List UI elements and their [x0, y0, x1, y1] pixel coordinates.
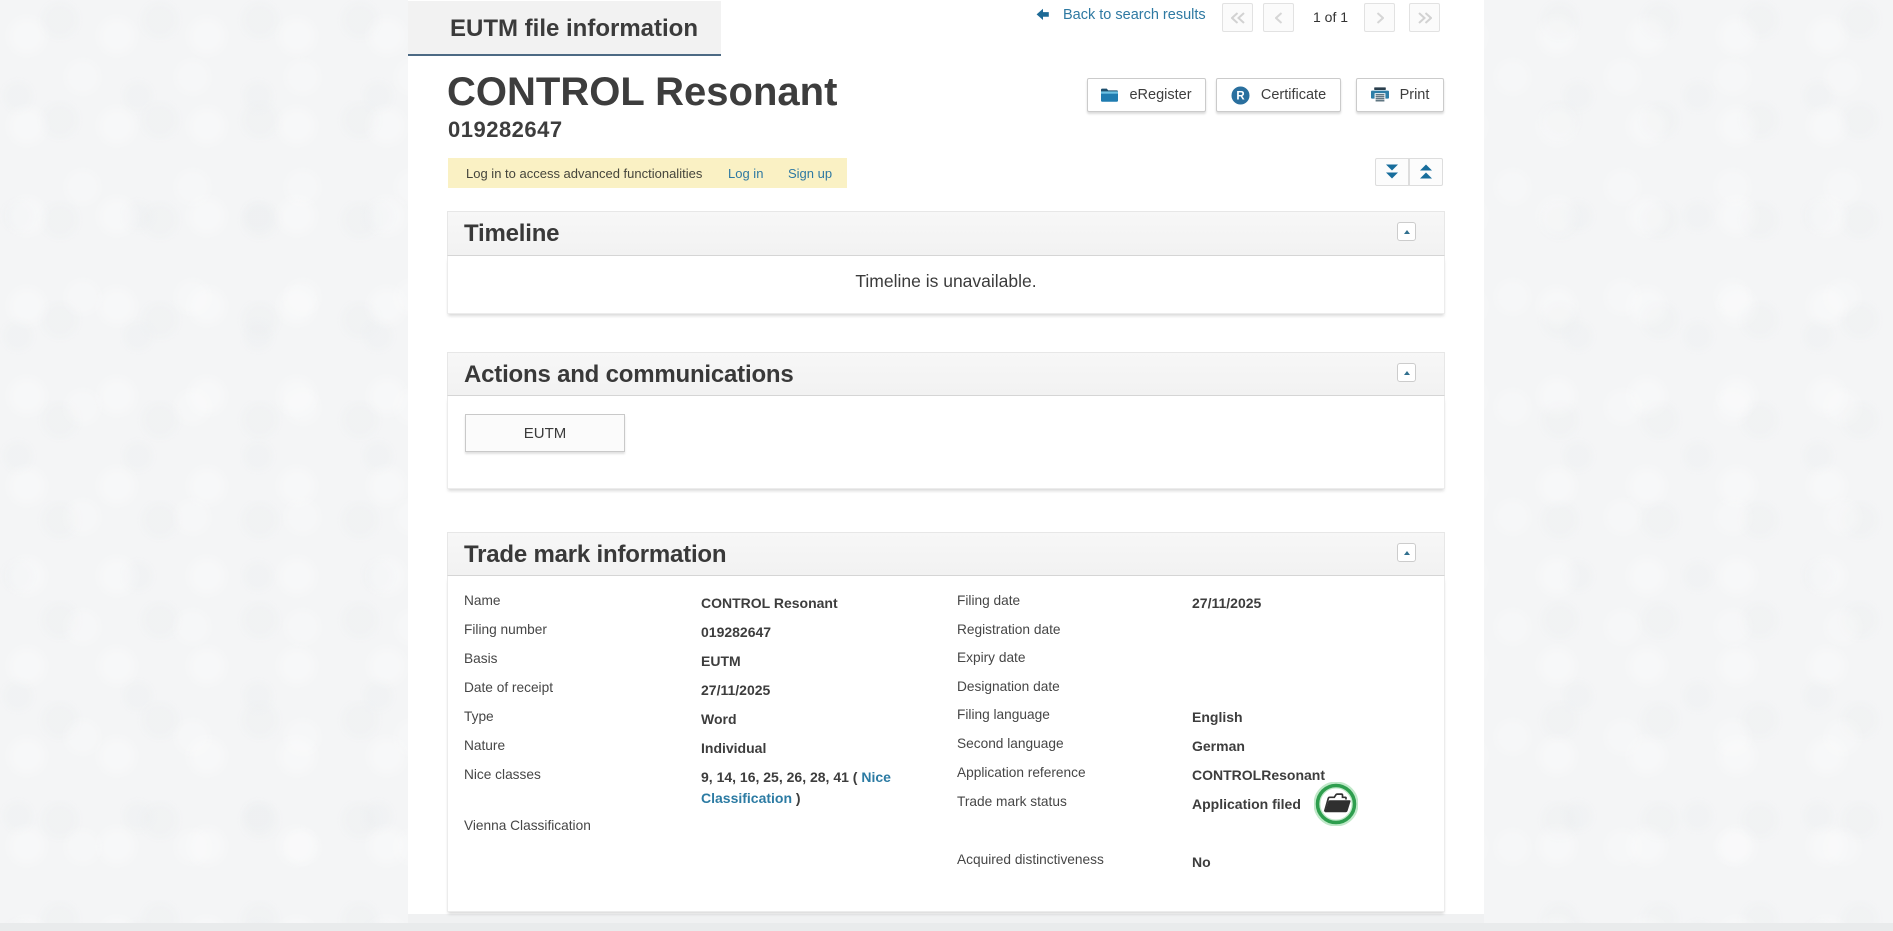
svg-text:R: R [1236, 90, 1245, 102]
